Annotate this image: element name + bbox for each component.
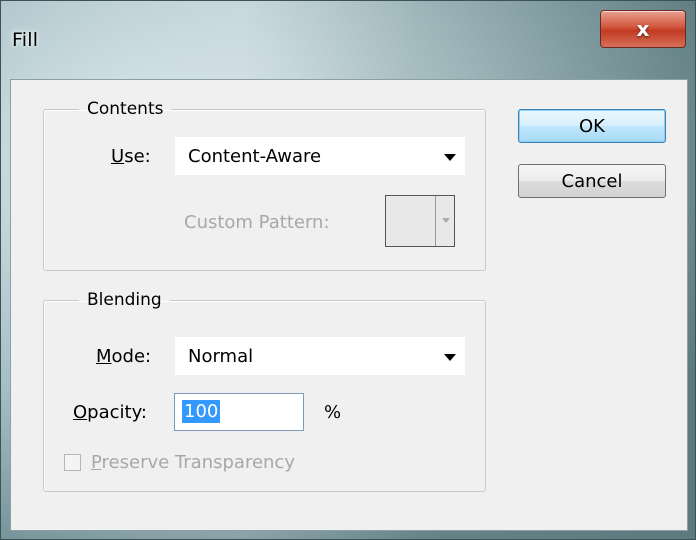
preserve-transparency-label: Preserve Transparency xyxy=(91,452,295,473)
close-icon: x xyxy=(636,17,650,41)
window-title: Fill xyxy=(12,29,39,51)
mode-select-value: Normal xyxy=(188,346,254,367)
dialog-client-area: Contents Use: Content-Aware Custom Patte… xyxy=(10,79,688,531)
custom-pattern-picker[interactable] xyxy=(385,195,455,247)
close-button[interactable]: x xyxy=(600,10,686,48)
dropdown-arrow-icon xyxy=(444,354,456,361)
opacity-unit: % xyxy=(324,402,342,423)
opacity-label: Opacity: xyxy=(73,402,147,423)
ok-button[interactable]: OK xyxy=(518,109,666,143)
custom-pattern-label: Custom Pattern: xyxy=(184,212,330,233)
use-label: Use: xyxy=(111,146,151,167)
opacity-input[interactable]: 100 xyxy=(174,393,304,431)
opacity-value: 100 xyxy=(182,400,221,423)
preserve-transparency-checkbox[interactable] xyxy=(64,454,81,471)
mode-label: Mode: xyxy=(96,346,152,367)
use-select-value: Content-Aware xyxy=(188,146,322,167)
dialog-frame: Fill x Contents Use: Content-Aware Custo… xyxy=(0,0,696,540)
contents-legend: Contents xyxy=(87,99,164,119)
blending-legend: Blending xyxy=(87,290,162,310)
pattern-divider xyxy=(435,196,436,246)
mode-select[interactable]: Normal xyxy=(175,337,465,375)
dropdown-arrow-icon xyxy=(444,154,456,161)
dropdown-arrow-icon xyxy=(442,218,450,223)
cancel-button[interactable]: Cancel xyxy=(518,164,666,198)
title-bar[interactable]: Fill x xyxy=(0,0,696,78)
use-select[interactable]: Content-Aware xyxy=(175,137,465,175)
